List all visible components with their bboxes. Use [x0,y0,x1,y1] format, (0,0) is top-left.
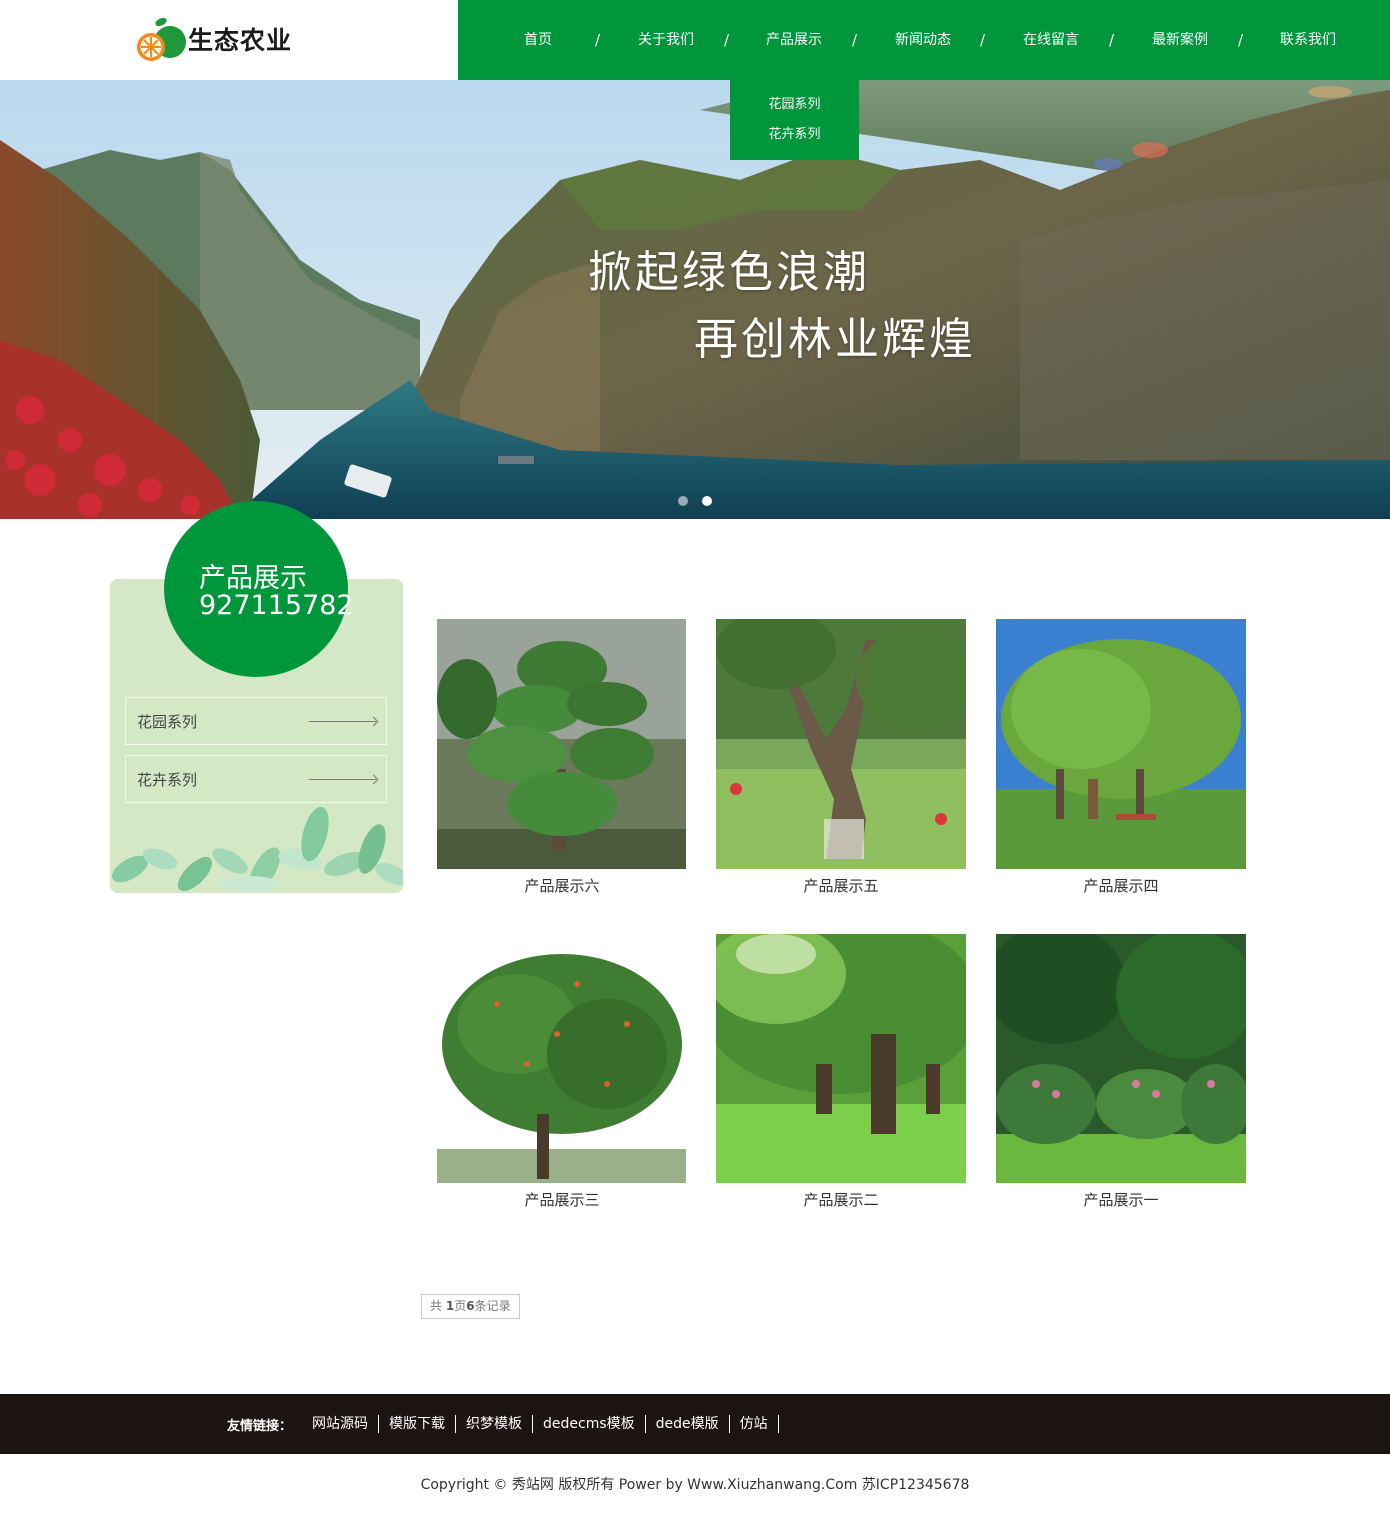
site-logo[interactable]: 生态农业 [134,14,292,64]
product-card[interactable]: 产品展示五 [716,619,966,895]
nav-separator: / [1109,31,1115,49]
product-image [437,619,686,869]
friend-link[interactable]: 仿站 [730,1415,779,1433]
friend-link[interactable]: 模版下载 [379,1415,457,1433]
dropdown-item-flower[interactable]: 花卉系列 [730,120,859,150]
arrow-right-icon [309,779,376,780]
nav-separator: / [852,31,858,49]
sidebar-item-flower[interactable]: 花卉系列 [125,755,387,803]
slider-dots [678,496,712,506]
nav-separator: / [595,31,601,49]
dropdown-item-garden[interactable]: 花园系列 [730,90,859,120]
sidebar-phone: 927115782 [199,590,354,621]
banner-slogan-line1: 掀起绿色浪潮 [588,247,870,298]
sidebar-item-label: 花园系列 [137,713,198,731]
product-name: 产品展示五 [803,877,879,895]
product-name: 产品展示一 [1083,1191,1159,1209]
banner-slogan-line2: 再创林业辉煌 [694,314,976,365]
friend-link[interactable]: dedecms模板 [533,1415,646,1433]
product-name: 产品展示四 [1083,877,1159,895]
nav-home[interactable]: 首页 [488,0,588,80]
product-name: 产品展示二 [803,1191,879,1209]
pagination-summary: 共 1页6条记录 [421,1294,520,1319]
arrow-right-icon [309,721,376,722]
pager-pages: 1 [445,1299,455,1313]
friend-link[interactable]: 织梦模板 [456,1415,534,1433]
nav-news[interactable]: 新闻动态 [873,0,973,80]
nav-message[interactable]: 在线留言 [1001,0,1101,80]
site-header: 生态农业 首页 / 关于我们 / 产品展示 / 新闻动态 / 在线留言 / 最新… [0,0,1390,80]
product-image [716,619,966,869]
orange-fruit-icon [134,14,188,64]
product-card[interactable]: 产品展示一 [996,934,1246,1209]
nav-products[interactable]: 产品展示 [744,0,844,80]
product-name: 产品展示六 [524,877,600,895]
pager-records: 6 [466,1299,475,1313]
product-card[interactable]: 产品展示六 [437,619,687,895]
friend-link[interactable]: 网站源码 [302,1415,380,1433]
pager-prefix: 共 [430,1299,446,1313]
nav-separator: / [1238,31,1244,49]
product-image [437,934,686,1183]
products-dropdown: 花园系列 花卉系列 [730,80,859,160]
product-card[interactable]: 产品展示二 [716,934,966,1209]
copyright-text: Copyright © 秀站网 版权所有 Power by Www.Xiuzha… [420,1477,970,1493]
main-nav: 首页 / 关于我们 / 产品展示 / 新闻动态 / 在线留言 / 最新案例 / … [458,0,1390,80]
nav-about[interactable]: 关于我们 [616,0,716,80]
pager-suffix: 条记录 [474,1299,511,1313]
sidebar-item-label: 花卉系列 [137,771,198,789]
product-name: 产品展示三 [524,1191,600,1209]
slider-dot-2[interactable] [702,496,712,506]
brand-name: 生态农业 [188,26,293,55]
friend-link[interactable]: dede模版 [646,1415,730,1433]
nav-cases[interactable]: 最新案例 [1130,0,1230,80]
product-image [996,934,1246,1183]
product-card[interactable]: 产品展示四 [996,619,1246,895]
slider-dot-1[interactable] [678,496,688,506]
friend-links-bar: 友情链接： 网站源码 模版下载 织梦模板 dedecms模板 dede模版 仿站 [0,1394,1390,1454]
product-image [716,934,966,1183]
nav-contact[interactable]: 联系我们 [1258,0,1358,80]
nav-separator: / [724,31,730,49]
product-image [996,619,1246,869]
hero-banner: 掀起绿色浪潮 再创林业辉煌 [0,80,1390,519]
links-label: 友情链接： [227,1418,293,1434]
sidebar-item-garden[interactable]: 花园系列 [125,697,387,745]
nav-separator: / [980,31,986,49]
pager-mid: 页 [454,1299,467,1313]
product-card[interactable]: 产品展示三 [437,934,687,1209]
